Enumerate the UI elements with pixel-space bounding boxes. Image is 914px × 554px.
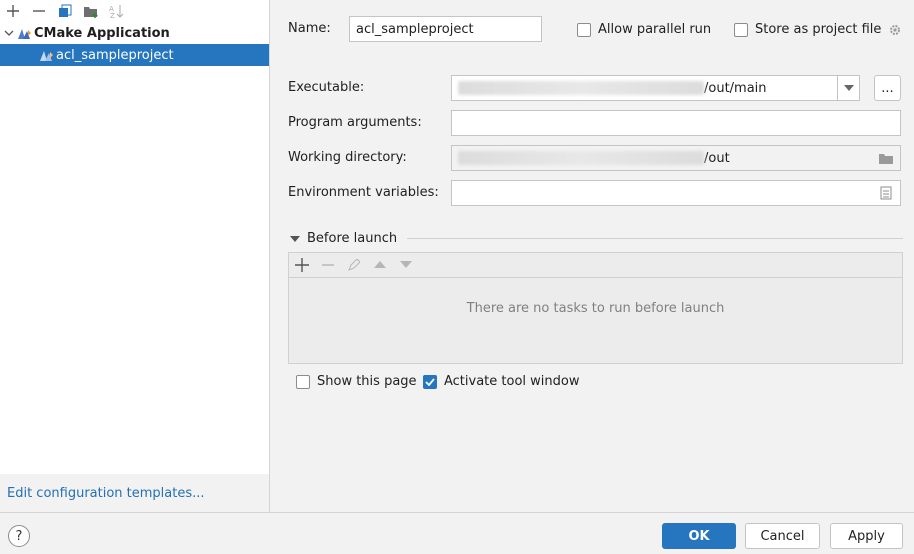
before-launch-header[interactable]: Before launch xyxy=(290,231,397,246)
store-as-project-file-option[interactable]: Store as project file xyxy=(734,22,902,37)
new-folder-icon[interactable] xyxy=(80,1,102,21)
name-label: Name: xyxy=(288,21,331,36)
dialog-button-bar: ? OK Cancel Apply xyxy=(0,512,914,554)
name-field[interactable]: acl_sampleproject xyxy=(349,16,542,42)
allow-parallel-run-option[interactable]: Allow parallel run xyxy=(577,22,711,37)
help-button[interactable]: ? xyxy=(8,525,30,547)
help-icon: ? xyxy=(15,528,23,544)
move-up-icon[interactable] xyxy=(369,255,391,275)
environment-variables-label: Environment variables: xyxy=(288,185,439,200)
tree-item-acl-sampleproject[interactable]: acl_sampleproject xyxy=(0,44,269,66)
program-arguments-field[interactable] xyxy=(451,110,901,136)
empty-tasks-message: There are no tasks to run before launch xyxy=(466,301,725,316)
folder-icon[interactable] xyxy=(878,151,894,165)
show-this-page-label: Show this page xyxy=(317,374,417,389)
redacted-path xyxy=(458,81,704,95)
working-directory-value: /out xyxy=(704,150,730,166)
left-footer: Edit configuration templates... xyxy=(0,474,269,512)
redacted-path xyxy=(458,151,704,165)
show-this-page-checkbox[interactable] xyxy=(296,374,310,389)
executable-select[interactable]: /out/main xyxy=(451,75,860,101)
browse-executable-button[interactable]: ... xyxy=(874,75,901,101)
store-as-project-file-label: Store as project file xyxy=(755,22,882,37)
allow-parallel-run-checkbox[interactable] xyxy=(577,22,591,37)
environment-variables-field[interactable] xyxy=(451,180,901,206)
apply-label: Apply xyxy=(848,528,885,544)
cancel-label: Cancel xyxy=(760,528,805,544)
before-launch-task-list[interactable]: There are no tasks to run before launch xyxy=(288,252,903,364)
copy-icon[interactable] xyxy=(54,1,76,21)
name-value: acl_sampleproject xyxy=(356,21,474,37)
before-launch-title: Before launch xyxy=(307,231,398,246)
remove-icon[interactable] xyxy=(28,1,50,21)
before-launch-toolbar xyxy=(289,253,902,278)
chevron-down-icon[interactable] xyxy=(290,235,300,243)
configuration-form: Name: acl_sampleproject Allow parallel r… xyxy=(271,0,914,512)
cmake-icon xyxy=(38,48,54,62)
activate-tool-window-option[interactable]: Activate tool window xyxy=(423,374,579,389)
tree-item-label: acl_sampleproject xyxy=(56,47,174,63)
ok-label: OK xyxy=(688,528,710,544)
configurations-toolbar: AZ xyxy=(0,0,269,22)
section-divider xyxy=(407,238,903,239)
move-down-icon[interactable] xyxy=(395,255,417,275)
remove-icon[interactable] xyxy=(317,255,339,275)
tree-group-label: CMake Application xyxy=(34,25,170,41)
tree-group-cmake-application[interactable]: CMake Application xyxy=(0,22,269,44)
add-icon[interactable] xyxy=(2,1,24,21)
sort-icon[interactable]: AZ xyxy=(106,1,128,21)
chevron-down-icon[interactable] xyxy=(2,28,16,38)
browse-label: ... xyxy=(881,80,894,96)
edit-templates-link[interactable]: Edit configuration templates... xyxy=(7,486,205,501)
checkmark-icon xyxy=(425,377,435,386)
chevron-down-icon[interactable] xyxy=(837,76,859,100)
edit-icon[interactable] xyxy=(343,255,365,275)
activate-tool-window-checkbox[interactable] xyxy=(423,374,437,389)
working-directory-field[interactable]: /out xyxy=(451,145,901,171)
apply-button[interactable]: Apply xyxy=(830,523,903,549)
configurations-panel: AZ CMake Application acl_sampleproject E… xyxy=(0,0,270,512)
ok-button[interactable]: OK xyxy=(662,523,736,549)
program-arguments-label: Program arguments: xyxy=(288,115,422,130)
cancel-button[interactable]: Cancel xyxy=(745,523,820,549)
allow-parallel-run-label: Allow parallel run xyxy=(598,22,712,37)
executable-value: /out/main xyxy=(704,80,767,96)
working-directory-label: Working directory: xyxy=(288,150,407,165)
svg-text:Z: Z xyxy=(110,12,115,18)
cmake-icon xyxy=(16,26,32,40)
store-as-project-file-checkbox[interactable] xyxy=(734,22,748,37)
add-icon[interactable] xyxy=(291,255,313,275)
executable-label: Executable: xyxy=(288,80,365,95)
gear-icon[interactable] xyxy=(888,23,902,37)
document-icon[interactable] xyxy=(880,186,892,200)
show-this-page-option[interactable]: Show this page xyxy=(296,374,417,389)
activate-tool-window-label: Activate tool window xyxy=(444,374,580,389)
